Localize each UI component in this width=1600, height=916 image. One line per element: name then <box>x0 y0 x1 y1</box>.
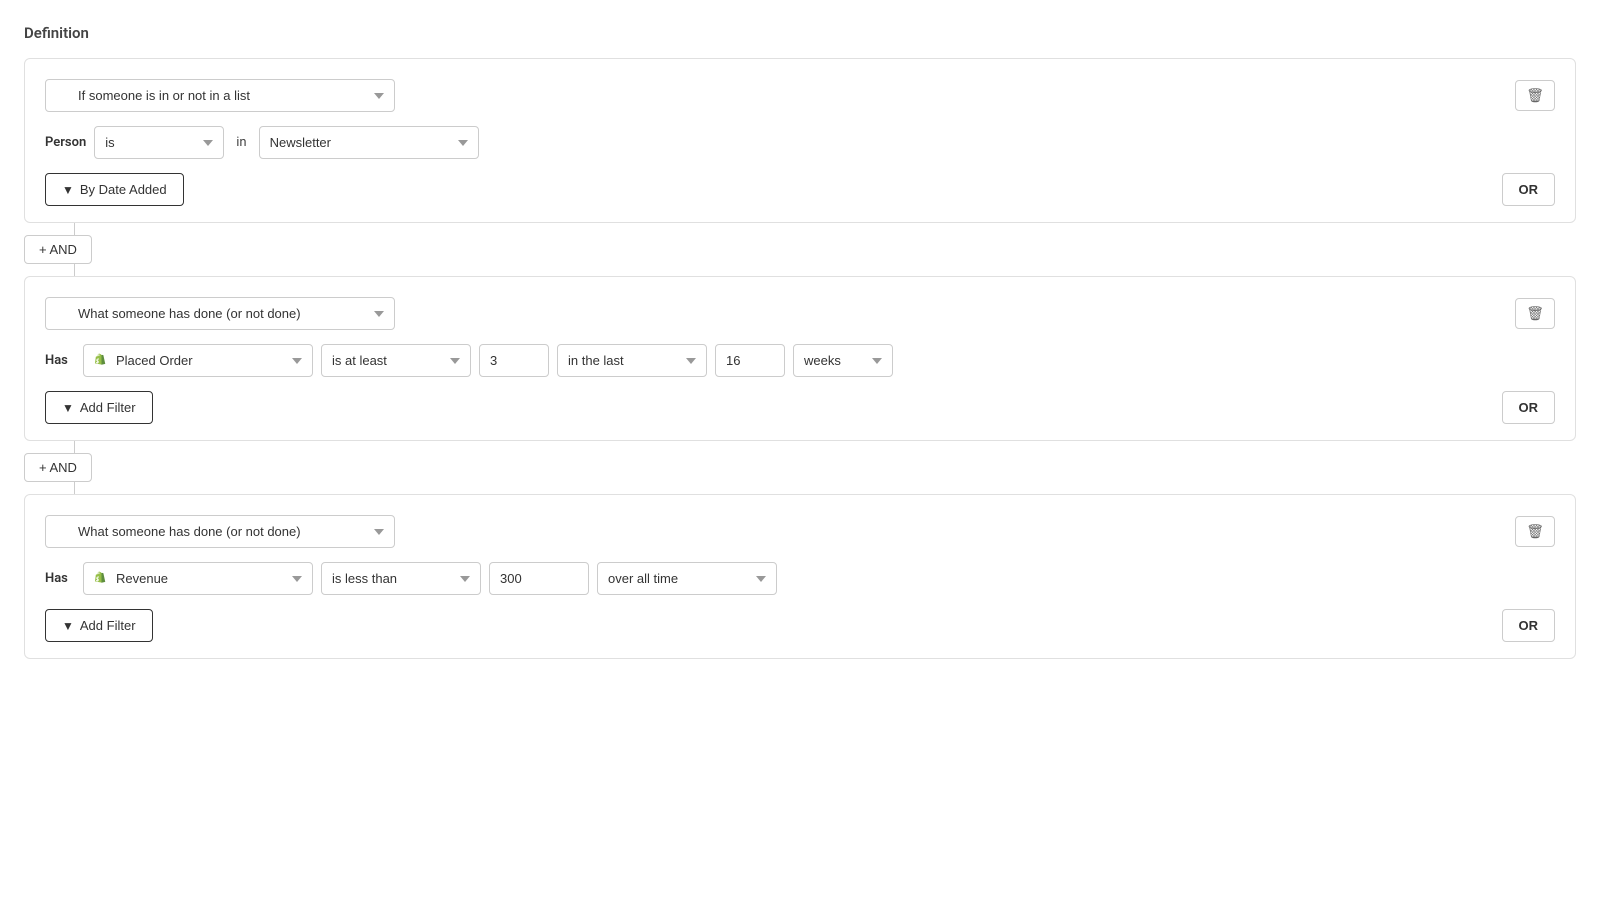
condition-type-dropdown-2[interactable]: If someone is in or not in a list What s… <box>45 297 395 330</box>
and-connector-1: + AND <box>24 223 1576 276</box>
page-title: Definition <box>24 24 1576 42</box>
or-button-3[interactable]: OR <box>1502 609 1556 642</box>
condition-type-select-3[interactable]: If someone is in or not in a list What s… <box>45 515 395 548</box>
add-filter-label-2: Add Filter <box>80 400 136 415</box>
has-label-2: Has <box>45 353 75 368</box>
has-label-3: Has <box>45 571 75 586</box>
list-select[interactable]: Newsletter VIP List Subscribers <box>259 126 479 159</box>
timeframe-select-2[interactable]: in the last over all time <box>557 344 707 377</box>
trash-icon-2: 🗑 <box>1526 305 1544 322</box>
delete-block-3-button[interactable]: 🗑 <box>1515 516 1555 547</box>
add-filter-button-3[interactable]: ▼ Add Filter <box>45 609 153 642</box>
and-button-1[interactable]: + AND <box>24 235 92 264</box>
time-input-2[interactable] <box>715 344 785 377</box>
delete-block-1-button[interactable]: 🗑 <box>1515 80 1555 111</box>
filter-icon-3: ▼ <box>62 619 74 633</box>
and-button-2[interactable]: + AND <box>24 453 92 482</box>
condition-type-dropdown-1[interactable]: If someone is in or not in a list <box>45 79 395 112</box>
person-label: Person <box>45 135 86 150</box>
revenue-timeframe-select-3[interactable]: over all time in the last <box>597 562 777 595</box>
action-select-2[interactable]: Placed Order Revenue <box>83 344 313 377</box>
action-select-3[interactable]: Placed Order Revenue <box>83 562 313 595</box>
action-select-wrapper-3[interactable]: Placed Order Revenue <box>83 562 313 595</box>
person-is-select[interactable]: is is not <box>94 126 224 159</box>
add-filter-button-2[interactable]: ▼ Add Filter <box>45 391 153 424</box>
filter-icon-2: ▼ <box>62 401 74 415</box>
trash-icon-3: 🗑 <box>1526 523 1544 540</box>
revenue-operator-select-3[interactable]: is less than is greater than equals <box>321 562 481 595</box>
revenue-input-3[interactable] <box>489 562 589 595</box>
count-input-2[interactable] <box>479 344 549 377</box>
delete-block-2-button[interactable]: 🗑 <box>1515 298 1555 329</box>
operator-select-2[interactable]: is at least is at most equals <box>321 344 471 377</box>
or-button-2[interactable]: OR <box>1502 391 1556 424</box>
add-filter-label-3: Add Filter <box>80 618 136 633</box>
trash-icon-1: 🗑 <box>1526 87 1544 104</box>
by-date-added-label: By Date Added <box>80 182 167 197</box>
condition-type-select-2[interactable]: If someone is in or not in a list What s… <box>45 297 395 330</box>
condition-block-3: If someone is in or not in a list What s… <box>24 494 1576 659</box>
filter-icon-1: ▼ <box>62 183 74 197</box>
condition-block-2: If someone is in or not in a list What s… <box>24 276 1576 441</box>
unit-select-2[interactable]: days weeks months <box>793 344 893 377</box>
condition-block-1: If someone is in or not in a list 🗑 Pers… <box>24 58 1576 223</box>
and-connector-2: + AND <box>24 441 1576 494</box>
action-select-wrapper-2[interactable]: Placed Order Revenue <box>83 344 313 377</box>
or-button-1[interactable]: OR <box>1502 173 1556 206</box>
in-label: in <box>232 135 250 150</box>
page-container: Definition If someone is in or not in a … <box>24 24 1576 659</box>
by-date-added-button[interactable]: ▼ By Date Added <box>45 173 184 206</box>
condition-type-dropdown-3[interactable]: If someone is in or not in a list What s… <box>45 515 395 548</box>
condition-type-select-1[interactable]: If someone is in or not in a list <box>45 79 395 112</box>
